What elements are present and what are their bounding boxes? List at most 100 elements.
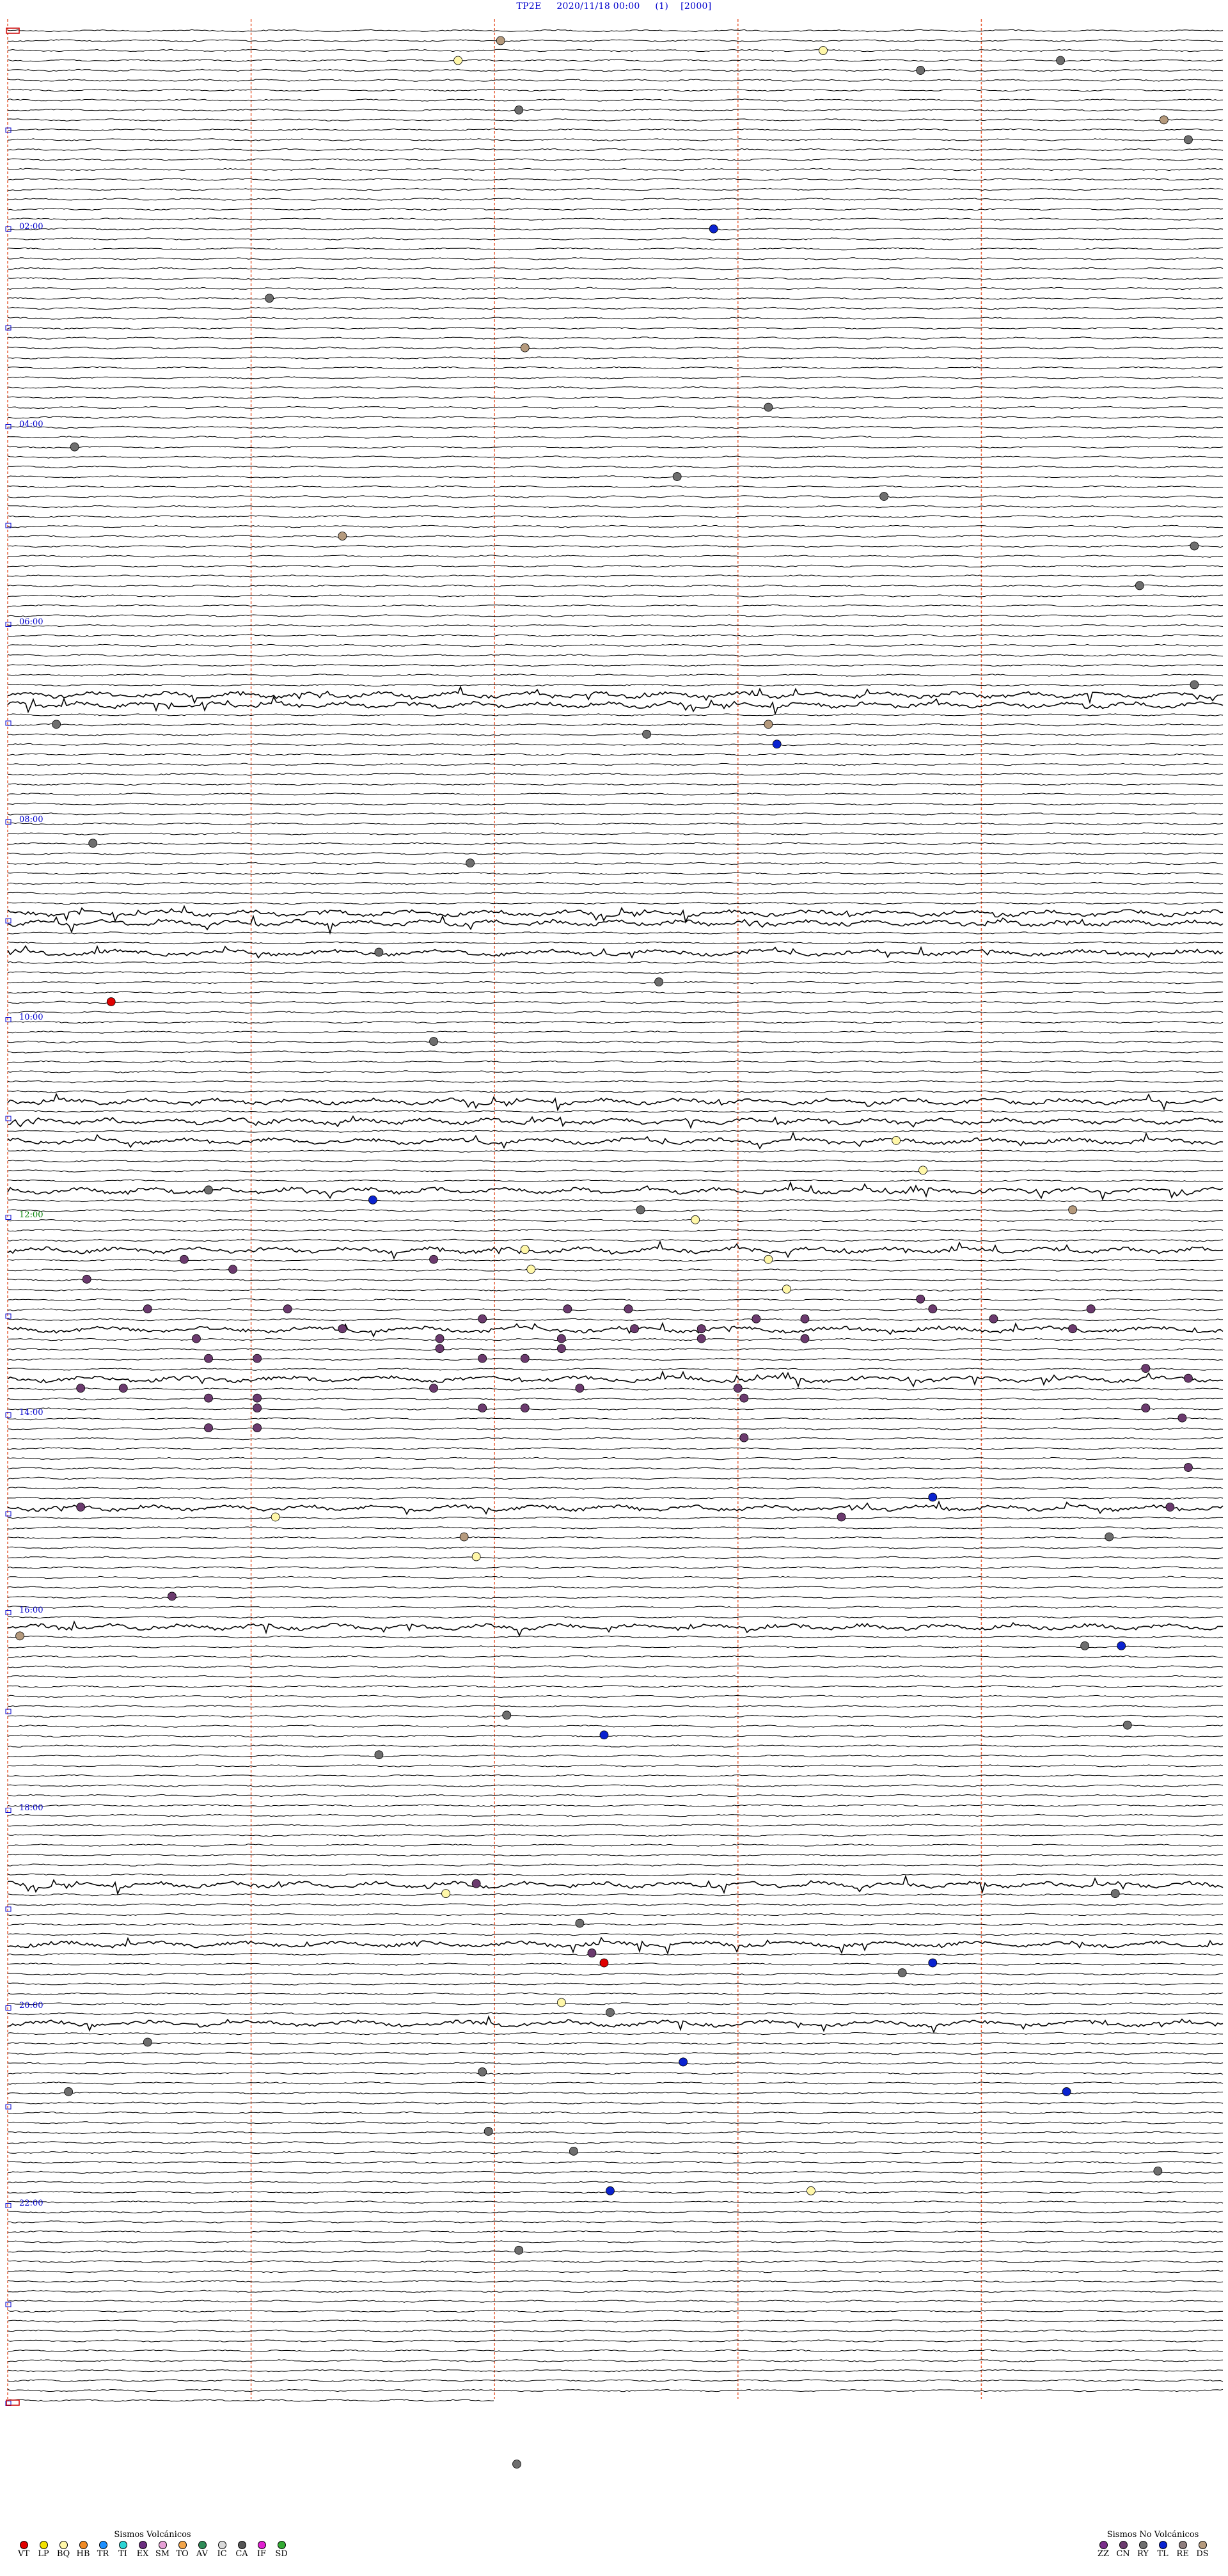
trace-row xyxy=(7,941,1224,945)
trace-row xyxy=(7,475,1224,478)
trace-row xyxy=(7,485,1224,489)
event-marker xyxy=(928,1304,938,1314)
trace-row xyxy=(7,1487,1224,1490)
trace-row xyxy=(7,1357,1224,1361)
trace-row xyxy=(7,1576,1224,1579)
event-marker xyxy=(253,1403,262,1413)
event-marker xyxy=(374,1750,384,1760)
trace-row xyxy=(7,406,1224,409)
legend-dot xyxy=(1119,2541,1128,2549)
trace-row xyxy=(7,1209,1224,1212)
trace-row xyxy=(7,1813,1224,1817)
trace-row xyxy=(7,88,1224,92)
event-marker xyxy=(1068,1205,1078,1215)
trace-row xyxy=(7,2141,1224,2144)
trace-row xyxy=(7,624,1224,628)
trace-row xyxy=(7,1774,1224,1778)
event-marker xyxy=(563,1304,572,1314)
event-marker xyxy=(429,1037,438,1046)
trace-row xyxy=(7,1457,1224,1460)
event-marker xyxy=(466,858,475,868)
trace-row xyxy=(7,297,1224,300)
trace-row xyxy=(7,2201,1224,2204)
trace-row xyxy=(7,29,1224,33)
trace-row xyxy=(7,1620,1223,1637)
event-marker xyxy=(253,1393,262,1403)
trace-row xyxy=(7,1972,1224,1976)
event-marker xyxy=(918,1166,927,1175)
legend-dot xyxy=(257,2541,266,2549)
event-marker xyxy=(691,1215,700,1224)
trace-row xyxy=(7,2082,1224,2085)
trace-row xyxy=(7,336,1223,340)
trace-row xyxy=(7,1115,1224,1130)
legend-code: LP xyxy=(38,2549,49,2559)
trace-row xyxy=(7,306,1224,310)
trace-row xyxy=(7,2032,1223,2035)
trace-row xyxy=(7,2190,1224,2194)
event-marker xyxy=(52,720,61,729)
event-marker xyxy=(520,1354,530,1363)
trace-row xyxy=(7,1322,1224,1338)
event-marker xyxy=(283,1304,292,1314)
trace-row xyxy=(7,1963,1224,1966)
trace-row xyxy=(7,574,1224,578)
event-marker xyxy=(15,1631,24,1641)
trace-row xyxy=(7,584,1224,588)
trace-row xyxy=(7,1000,1224,1004)
trace-row xyxy=(7,594,1224,597)
event-marker xyxy=(556,1998,566,2007)
trace-row xyxy=(7,99,1224,102)
event-marker xyxy=(118,1384,128,1393)
event-marker xyxy=(253,1354,262,1363)
hour-marker xyxy=(5,2005,12,2011)
legend-nonvolcanic-items: ZZ CN RY TL RE DS xyxy=(1095,2541,1211,2559)
legend-item-tl: TL xyxy=(1154,2541,1171,2559)
event-marker xyxy=(606,2186,615,2195)
legend-code: VT xyxy=(17,2549,30,2559)
trace-row xyxy=(7,356,1224,360)
trace-row xyxy=(7,1903,1224,1906)
trace-row xyxy=(7,1090,1224,1093)
trace-row xyxy=(7,2289,1224,2293)
trace-row xyxy=(7,1714,1224,1718)
event-marker xyxy=(429,1254,438,1264)
trace-row xyxy=(7,1298,1224,1302)
trace-row xyxy=(7,436,1224,439)
hour-marker xyxy=(5,2302,12,2307)
trace-row xyxy=(7,793,1224,796)
legend-dot xyxy=(1158,2541,1167,2549)
trace-row xyxy=(7,1606,1224,1609)
trace-row xyxy=(7,1863,1224,1867)
trace-row xyxy=(7,1110,1224,1113)
trace-row xyxy=(7,2240,1224,2243)
trace-row xyxy=(7,713,1224,716)
trace-row xyxy=(7,723,1224,727)
legend-item-tr: TR xyxy=(95,2541,111,2559)
trace-row xyxy=(7,1278,1224,1282)
trace-row xyxy=(7,178,1224,181)
event-marker xyxy=(764,402,773,412)
legend-code: EX xyxy=(136,2549,149,2559)
trace-row xyxy=(7,1804,1224,1807)
event-marker xyxy=(819,46,828,55)
hour-label: 06:00 xyxy=(19,617,43,627)
hour-marker xyxy=(5,424,12,429)
trace-row xyxy=(7,346,1224,350)
trace-row xyxy=(7,505,1224,509)
trace-row xyxy=(7,1496,1224,1500)
event-marker xyxy=(520,1403,530,1413)
trace-row xyxy=(7,1794,1224,1798)
event-marker xyxy=(271,1512,280,1522)
event-marker xyxy=(1190,680,1199,690)
trace-row xyxy=(8,1031,1224,1034)
trace-row xyxy=(7,495,1224,498)
legend-code: DS xyxy=(1196,2549,1209,2559)
event-marker xyxy=(1184,1463,1193,1472)
trace-row xyxy=(7,2181,1224,2184)
legend-dot xyxy=(1138,2541,1147,2549)
event-marker xyxy=(1068,1324,1078,1334)
trace-row xyxy=(7,773,1224,776)
event-marker xyxy=(1105,1532,1114,1542)
trace-row xyxy=(7,2379,1224,2382)
